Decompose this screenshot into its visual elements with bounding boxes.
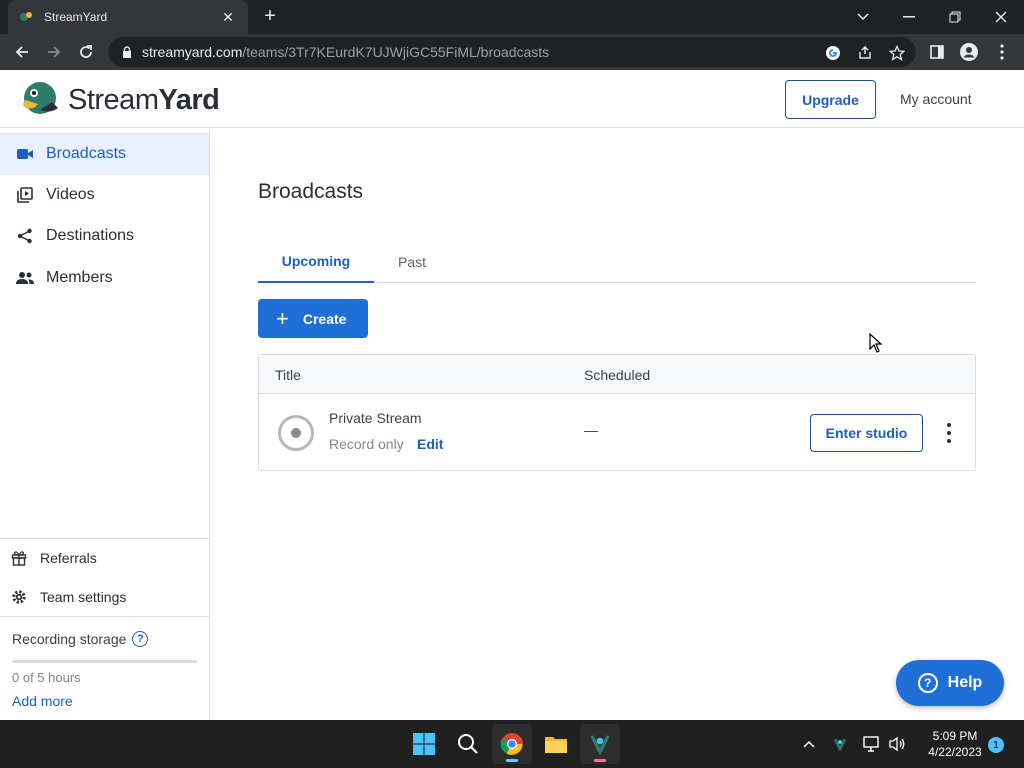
browser-tab[interactable]: StreamYard ✕ xyxy=(8,0,248,34)
sidebar-item-team-settings[interactable]: Team settings xyxy=(0,579,209,615)
side-panel-icon[interactable] xyxy=(927,42,947,62)
video-library-icon xyxy=(16,186,34,204)
back-icon[interactable] xyxy=(10,40,34,64)
notification-badge[interactable]: 1 xyxy=(988,737,1004,753)
people-icon xyxy=(16,269,34,287)
sidebar-divider xyxy=(0,616,209,617)
volume-icon[interactable] xyxy=(887,734,907,754)
add-more-link[interactable]: Add more xyxy=(12,693,73,709)
record-icon xyxy=(278,415,314,451)
edit-link[interactable]: Edit xyxy=(417,436,443,452)
duck-logo-icon xyxy=(22,80,62,121)
browser-menu-icon[interactable] xyxy=(992,42,1012,62)
broadcast-title: Private Stream xyxy=(329,410,422,426)
gift-icon xyxy=(10,549,28,567)
taskbar-clock[interactable]: 5:09 PM 4/22/2023 xyxy=(918,728,992,760)
windows-taskbar: 5:09 PM 4/22/2023 xyxy=(0,720,1024,768)
storage-used-text: 0 of 5 hours xyxy=(12,670,81,685)
app-header: StreamYard Upgrade My account xyxy=(0,70,1024,128)
url-host: streamyard.com xyxy=(142,44,243,60)
sidebar-divider xyxy=(0,538,209,539)
google-icon[interactable] xyxy=(824,44,842,62)
minimize-icon[interactable] xyxy=(886,0,932,34)
browser-tab-title: StreamYard xyxy=(44,10,108,24)
help-button[interactable]: ? Help xyxy=(896,660,1004,706)
sidebar-item-label: Team settings xyxy=(40,589,127,605)
bookmark-star-icon[interactable] xyxy=(888,44,906,62)
tab-upcoming[interactable]: Upcoming xyxy=(258,240,374,283)
tab-close-icon[interactable]: ✕ xyxy=(218,9,238,26)
streamyard-logo[interactable]: StreamYard xyxy=(22,80,220,121)
video-camera-icon xyxy=(16,145,34,163)
sidebar-item-broadcasts[interactable]: Broadcasts xyxy=(0,133,209,175)
storage-help-icon[interactable]: ? xyxy=(132,631,149,647)
clock-date: 4/22/2023 xyxy=(928,745,982,759)
recording-storage-label: Recording storage xyxy=(12,631,127,647)
help-button-label: Help xyxy=(947,674,983,691)
network-icon[interactable] xyxy=(862,734,882,754)
reload-icon[interactable] xyxy=(74,40,98,64)
tab-past[interactable]: Past xyxy=(374,240,450,283)
close-window-icon[interactable] xyxy=(978,0,1024,34)
browser-toolbar: streamyard.com/teams/3Tr7KEurdK7UJWjiGC5… xyxy=(0,34,1024,70)
logo-text-stream: Stream xyxy=(68,84,159,116)
page-title: Broadcasts xyxy=(258,180,364,203)
column-header-scheduled: Scheduled xyxy=(584,367,651,383)
lock-icon[interactable] xyxy=(120,45,134,59)
sidebar-item-videos[interactable]: Videos xyxy=(0,174,209,216)
upgrade-button[interactable]: Upgrade xyxy=(785,80,876,119)
profile-icon[interactable] xyxy=(959,42,979,62)
logo-text-yard: Yard xyxy=(158,84,220,116)
tray-app-icon[interactable] xyxy=(830,734,850,754)
share-icon xyxy=(16,227,34,245)
gear-icon xyxy=(10,588,28,606)
sidebar-item-referrals[interactable]: Referrals xyxy=(0,540,209,576)
windows-start-icon[interactable] xyxy=(404,724,444,764)
sidebar-item-destinations[interactable]: Destinations xyxy=(0,215,209,257)
chrome-taskbar-icon[interactable] xyxy=(492,724,532,764)
sidebar-item-label: Referrals xyxy=(40,550,97,566)
file-explorer-icon[interactable] xyxy=(536,724,576,764)
create-button-label: Create xyxy=(302,310,347,327)
new-tab-icon[interactable]: + xyxy=(260,6,280,26)
scheduled-value: — xyxy=(584,422,598,438)
app-taskbar-icon[interactable] xyxy=(580,724,620,764)
tab-search-icon[interactable] xyxy=(840,0,886,34)
sidebar-item-label: Members xyxy=(46,269,113,286)
table-row: Private Stream Record only Edit — Enter … xyxy=(259,394,975,471)
show-hidden-icons-icon[interactable] xyxy=(799,734,819,754)
sidebar-item-label: Videos xyxy=(46,186,95,203)
enter-studio-button[interactable]: Enter studio xyxy=(810,414,923,452)
sidebar-item-label: Broadcasts xyxy=(46,145,127,162)
broadcast-tabs: Upcoming Past xyxy=(258,240,976,283)
storage-progress-bar xyxy=(12,660,197,663)
browser-tabbar: StreamYard ✕ + xyxy=(0,0,1024,34)
restore-icon[interactable] xyxy=(932,0,978,34)
mouse-cursor-icon xyxy=(869,332,883,358)
recording-storage-title: Recording storage ? xyxy=(12,631,149,647)
address-bar[interactable]: streamyard.com/teams/3Tr7KEurdK7UJWjiGC5… xyxy=(108,37,916,67)
create-button[interactable]: + Create xyxy=(258,299,368,338)
streamyard-favicon-icon xyxy=(18,9,34,25)
sidebar: Broadcasts Videos Destinations Members R… xyxy=(0,128,210,720)
sidebar-item-members[interactable]: Members xyxy=(0,257,209,299)
broadcasts-table: Title Scheduled Private Stream Record on… xyxy=(258,354,976,471)
share-page-icon[interactable] xyxy=(856,44,874,62)
url-path: /teams/3Tr7KEurdK7UJWjiGC55FiML/broadcas… xyxy=(242,44,550,60)
plus-icon: + xyxy=(276,305,289,331)
help-question-icon: ? xyxy=(917,673,938,693)
table-header: Title Scheduled xyxy=(259,355,975,394)
forward-icon[interactable] xyxy=(42,40,66,64)
sidebar-item-label: Destinations xyxy=(46,227,135,244)
search-icon[interactable] xyxy=(448,724,488,764)
my-account-link[interactable]: My account xyxy=(900,91,972,107)
column-header-title: Title xyxy=(275,367,301,383)
broadcast-type: Record only xyxy=(329,436,404,452)
clock-time: 5:09 PM xyxy=(932,729,978,743)
more-options-icon[interactable] xyxy=(939,421,959,445)
